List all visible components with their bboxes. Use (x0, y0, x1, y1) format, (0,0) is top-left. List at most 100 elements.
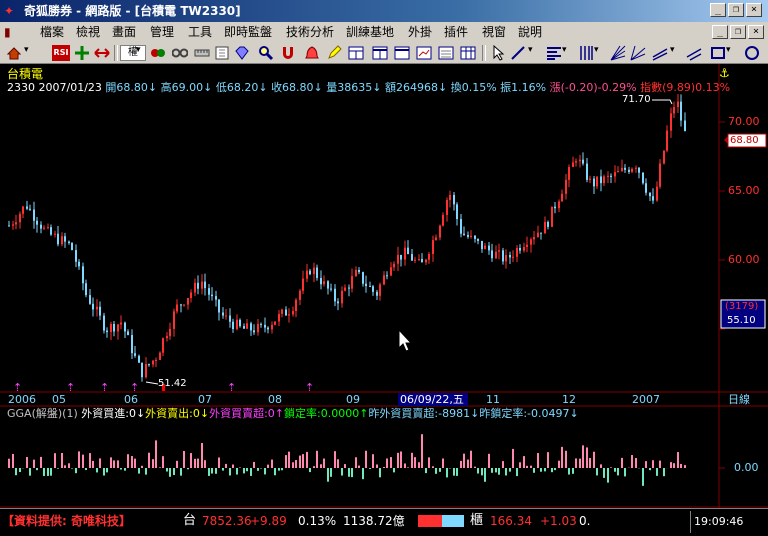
menu-realtime[interactable]: 即時監盤 (224, 25, 272, 39)
candle-body (61, 236, 63, 245)
vlines-dropdown-icon[interactable]: ▾ (594, 45, 610, 61)
channel-lines-icon[interactable] (652, 45, 668, 61)
home-icon[interactable] (6, 45, 22, 61)
child-close-button[interactable]: × (748, 25, 764, 39)
menu-technical[interactable]: 技術分析 (286, 25, 334, 39)
minimize-button[interactable]: _ (710, 3, 726, 17)
candle-body (523, 246, 525, 251)
otc-change: +1.03 (540, 514, 577, 528)
current-price-label: 68.80 (730, 135, 759, 146)
gann-fan-icon[interactable] (630, 45, 646, 61)
histogram-bar (215, 468, 217, 474)
histogram-bar (446, 468, 448, 478)
menu-screen[interactable]: 畫面 (112, 25, 136, 39)
candle-body (271, 324, 273, 330)
histogram-bar (593, 451, 595, 468)
menu-training[interactable]: 訓練基地 (346, 25, 394, 39)
window-cascade-icon[interactable] (394, 45, 410, 61)
histogram-bar (488, 453, 490, 468)
rectangle-tool-icon[interactable] (710, 45, 726, 61)
candle-body (159, 352, 161, 360)
indicator-axis-label: 0.00 (734, 461, 759, 474)
crosshair-icon[interactable] (74, 45, 90, 61)
candle-body (320, 277, 322, 285)
pencil-icon[interactable] (326, 45, 342, 61)
histogram-bar (362, 468, 364, 480)
close-button[interactable]: × (746, 3, 762, 17)
candle-body (197, 282, 199, 289)
glasses-icon[interactable] (172, 45, 188, 61)
candle-body (274, 321, 276, 325)
parallel-lines-icon[interactable] (686, 45, 702, 61)
search-icon[interactable] (258, 45, 274, 61)
candle-body (432, 240, 434, 255)
menu-manage[interactable]: 管理 (150, 25, 174, 39)
ellipse-tool-icon[interactable] (744, 45, 760, 61)
fib-dropdown-icon[interactable]: ▾ (562, 45, 578, 61)
candle-body (477, 238, 479, 241)
restore-button[interactable]: ❐ (728, 3, 744, 17)
candle-body (680, 101, 682, 121)
candle-body (15, 222, 17, 225)
dropdown-arrow-icon[interactable]: ▾ (24, 45, 40, 61)
histogram-bar (281, 468, 283, 471)
candle-body (628, 169, 630, 172)
candle-body (194, 282, 196, 293)
menu-view[interactable]: 檢視 (76, 25, 100, 39)
arrows-horizontal-icon[interactable] (94, 45, 110, 61)
channel-dropdown-icon[interactable]: ▾ (670, 45, 686, 61)
red-green-dots-icon[interactable] (150, 45, 166, 61)
vertical-lines-icon[interactable] (578, 45, 594, 61)
rsi-button[interactable]: RSI (52, 45, 70, 61)
fibonacci-lines-icon[interactable] (546, 45, 562, 61)
fan-lines-icon[interactable] (610, 45, 626, 61)
histogram-bar (306, 451, 308, 468)
menu-plugin-ext[interactable]: 外掛 (408, 25, 432, 39)
draw-line-icon[interactable] (510, 45, 526, 61)
candle-body (208, 288, 210, 295)
lock-rate: 鎖定率:0.0000↑ (284, 407, 369, 420)
candle-body (288, 314, 290, 316)
menu-file[interactable]: 檔案 (40, 25, 64, 39)
histogram-bar (582, 445, 584, 468)
layout-grid-icon[interactable] (348, 45, 364, 61)
window-tile-icon[interactable] (372, 45, 388, 61)
period-label[interactable]: 日線 (728, 394, 750, 406)
table-window-icon[interactable] (460, 45, 476, 61)
histogram-bar (344, 464, 346, 468)
chart-window-icon[interactable] (416, 45, 432, 61)
histogram-bar (617, 468, 619, 476)
histogram-bar (299, 455, 301, 468)
title-bar[interactable]: ✦ 奇狐勝券 - 網路版 - [台積電 TW2330] _ ❐ × (0, 0, 768, 22)
histogram-bar (40, 456, 42, 468)
candle-body (71, 242, 73, 251)
child-restore-button[interactable]: ❐ (730, 25, 746, 39)
histogram-bar (677, 452, 679, 468)
chart-canvas[interactable]: ⇡ ⇡ ⇡ ⇡ ⇡ ⇡ ⚓ (0, 64, 768, 508)
histogram-bar (600, 464, 602, 468)
menu-window[interactable]: 視窗 (482, 25, 506, 39)
histogram-bar (596, 468, 598, 476)
pointer-arrow-icon[interactable] (490, 45, 506, 61)
histogram-bar (180, 468, 182, 476)
child-minimize-button[interactable]: _ (712, 25, 728, 39)
high-price: 高69.00↓ (160, 81, 213, 94)
chart-area: ⇡ ⇡ ⇡ ⇡ ⇡ ⇡ ⚓ 台積電 2330 2007/01/23 開68.80↓ 高69… (0, 64, 768, 508)
rect-dropdown-icon[interactable]: ▾ (726, 45, 742, 61)
line-dropdown-icon[interactable]: ▾ (528, 45, 544, 61)
candle-body (428, 254, 430, 260)
alarm-bell-icon[interactable] (304, 45, 320, 61)
ruler-icon[interactable] (194, 45, 210, 61)
book-icon[interactable] (214, 45, 230, 61)
gem-icon[interactable] (234, 45, 250, 61)
menu-help[interactable]: 說明 (518, 25, 542, 39)
histogram-bar (89, 453, 91, 468)
magnet-icon[interactable] (280, 45, 296, 61)
histogram-bar (603, 468, 605, 478)
menu-plugins[interactable]: 插件 (444, 25, 468, 39)
current-price-pointer (724, 136, 728, 144)
quote-window-icon[interactable] (438, 45, 454, 61)
child-window-icon[interactable]: ▮ (4, 25, 11, 39)
histogram-bar (656, 468, 658, 476)
menu-tools[interactable]: 工具 (188, 25, 212, 39)
